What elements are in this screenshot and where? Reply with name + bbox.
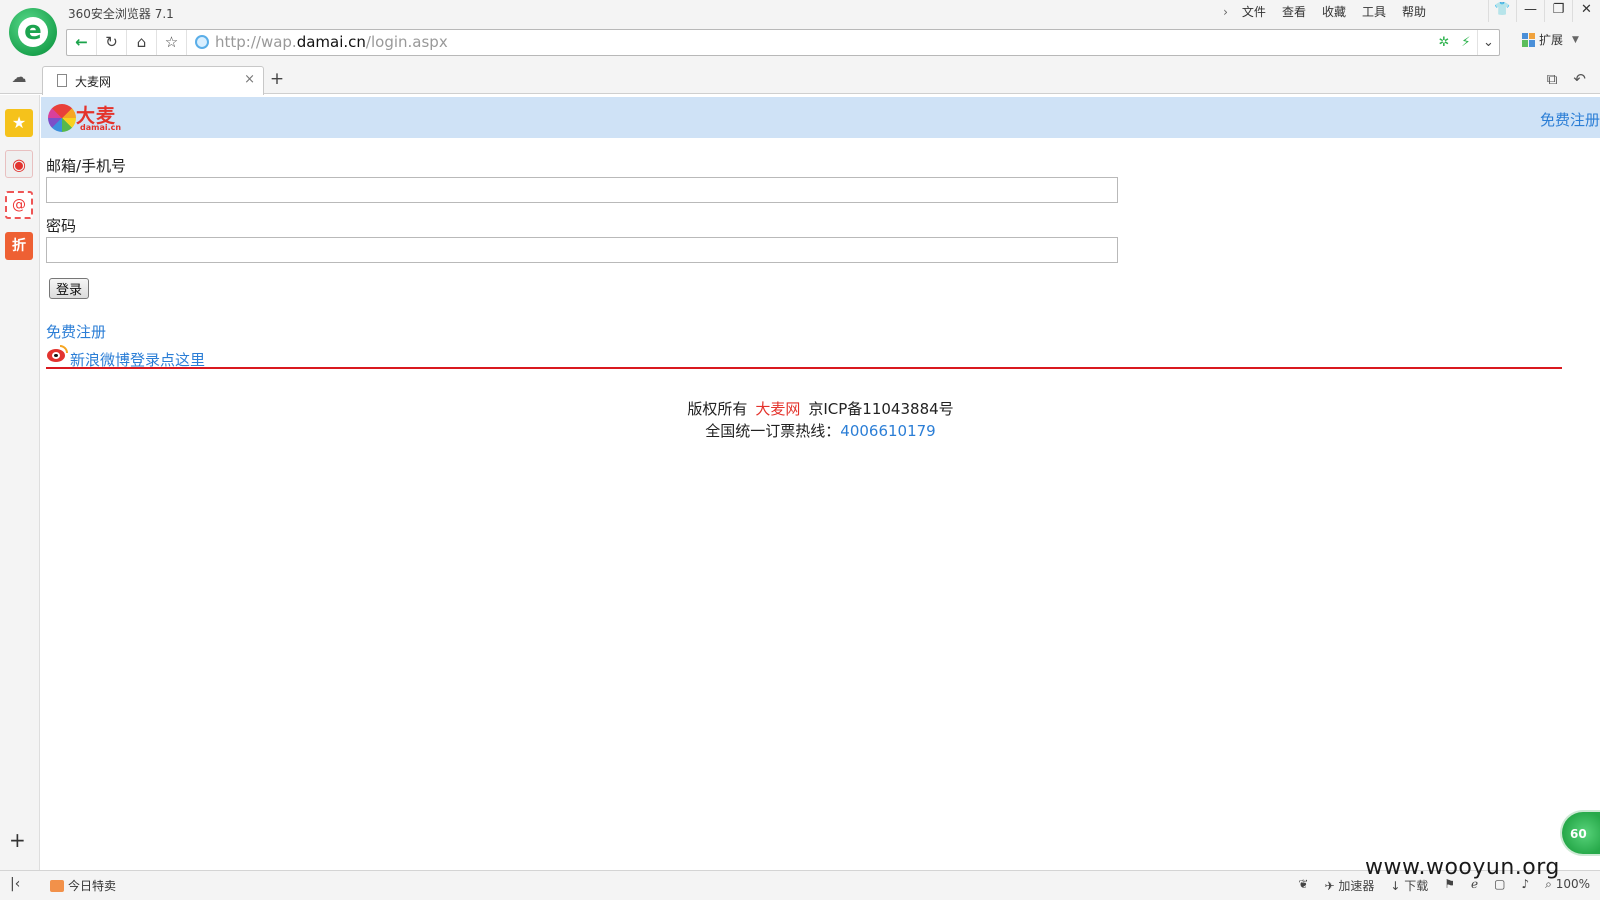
footer: 版权所有 大麦网 京ICP备11043884号 全国统一订票热线：400661017… [41,398,1600,442]
compat-mode-icon[interactable]: ✲ [1433,30,1455,55]
site-header: 大麦 damai.cn 免费注册 [41,97,1600,138]
url-scheme: http://wap. [215,33,297,51]
email-label: 邮箱/手机号 [46,157,127,175]
menu-bar: › 文件 查看 收藏 工具 帮助 [1217,4,1434,20]
favorites-star-icon[interactable]: ★ [5,109,33,137]
tab-bar: ☁ 大麦网 × + ⧉ ↶ [0,60,1600,95]
close-window-icon[interactable]: ✕ [1572,0,1600,22]
icp-text: 京ICP备11043884号 [808,400,954,418]
cloud-icon[interactable]: ☁ [8,68,30,86]
dropdown-chevron-icon[interactable]: ⌄ [1477,30,1499,55]
footer-brand-link[interactable]: 大麦网 [755,400,800,418]
undo-close-icon[interactable]: ↶ [1573,70,1586,88]
url-path: /login.aspx [365,33,448,51]
watermark-text: www.wooyun.org [1365,855,1560,880]
e-logo-icon: e [24,16,42,46]
menu-view[interactable]: 查看 [1274,4,1314,20]
url-input[interactable]: http://wap.damai.cn/login.aspx [189,30,1419,55]
download-icon: ↓ [1390,879,1405,893]
download-label: 下载 [1404,879,1429,893]
menu-tools[interactable]: 工具 [1354,4,1394,20]
today-deals-button[interactable]: 今日特卖 [50,877,116,894]
page-security-icon [195,35,209,49]
browser-logo[interactable]: e [9,8,57,56]
pin-icon: ✈ [1324,879,1339,893]
new-tab-button[interactable]: + [266,69,288,91]
extensions-label: 扩展 [1539,33,1564,47]
red-divider [46,367,1562,369]
floating-ball-widget[interactable]: 60 [1560,810,1600,856]
extensions-chevron-icon: ▼ [1572,34,1579,45]
address-toolbar: ← ↻ ⌂ ☆ http://wap.damai.cn/login.aspx ✲… [66,29,1500,56]
accelerator-label: 加速器 [1338,879,1375,893]
navigation-bar: ← ↻ ⌂ ☆ http://wap.damai.cn/login.aspx ✲… [0,26,1600,60]
page-content: 大麦 damai.cn 免费注册 邮箱/手机号 密码 登录 免费注册 新浪微博登… [41,95,1600,870]
title-bar: 360安全浏览器 7.1 › 文件 查看 收藏 工具 帮助 👕 — ❐ ✕ [0,0,1600,26]
menu-expand-icon[interactable]: › [1217,4,1234,20]
login-button[interactable]: 登录 [49,278,89,299]
tab-list-icon[interactable]: ⧉ [1547,70,1558,88]
hotline-number[interactable]: 4006610179 [840,422,935,440]
collapse-sidebar-icon[interactable]: |‹ [10,876,20,892]
password-label: 密码 [46,217,77,235]
damai-logo[interactable]: 大麦 damai.cn [48,102,122,134]
mail-icon[interactable]: @ [5,191,33,219]
weibo-logo-icon [46,345,68,363]
tab-actions: ⧉ ↶ [1547,70,1586,88]
discount-icon[interactable]: 折 [5,232,33,260]
home-icon[interactable]: ⌂ [127,30,157,55]
back-icon[interactable]: ← [67,30,97,55]
menu-favorites[interactable]: 收藏 [1314,4,1354,20]
menu-file[interactable]: 文件 [1234,4,1274,20]
header-register-link[interactable]: 免费注册 [1540,109,1600,130]
footer-hotline-line: 全国统一订票热线：4006610179 [41,420,1600,442]
today-deals-label: 今日特卖 [68,879,117,893]
password-field[interactable] [46,237,1118,263]
gift-icon [50,879,64,892]
zoom-level: 100% [1555,877,1590,891]
extensions-icon [1522,32,1536,47]
register-link[interactable]: 免费注册 [46,321,106,342]
url-host: damai.cn [296,33,366,51]
weibo-icon[interactable]: ◉ [5,150,33,178]
skin-icon[interactable]: 👕 [1488,0,1516,22]
address-actions: ✲ ⚡ ⌄ [1433,30,1499,55]
logo-subtext: damai.cn [80,123,122,132]
restore-icon[interactable]: ❐ [1544,0,1572,22]
speed-mode-icon[interactable]: ⚡ [1455,30,1477,55]
url-text[interactable]: http://wap.damai.cn/login.aspx [215,33,448,51]
tab-title: 大麦网 [75,75,112,89]
menu-help[interactable]: 帮助 [1394,4,1434,20]
sidebar-add-button[interactable]: + [9,828,26,852]
leaf-icon[interactable]: ❦ [1298,877,1308,894]
extensions-button[interactable]: 扩展 ▼ [1522,31,1579,48]
tab-close-icon[interactable]: × [244,72,255,87]
copyright-text: 版权所有 [687,400,748,418]
refresh-icon[interactable]: ↻ [97,30,127,55]
status-bar: |‹ 今日特卖 ❦ ✈ 加速器 ↓ 下载 ⚑ ℯ ▢ ♪ ⌕ 100% [0,870,1600,900]
sidebar: ★ ◉ @ 折 + [0,95,40,870]
footer-copyright-line: 版权所有 大麦网 京ICP备11043884号 [41,398,1600,420]
hotline-label: 全国统一订票热线： [705,422,841,440]
bookmark-star-icon[interactable]: ☆ [157,30,187,55]
email-field[interactable] [46,177,1118,203]
window-controls: 👕 — ❐ ✕ [1488,0,1600,22]
tab-damai[interactable]: 大麦网 × [42,66,264,95]
damai-flower-icon [48,104,76,132]
minimize-icon[interactable]: — [1516,0,1544,22]
app-title: 360安全浏览器 7.1 [68,7,174,21]
page-icon [57,74,67,87]
